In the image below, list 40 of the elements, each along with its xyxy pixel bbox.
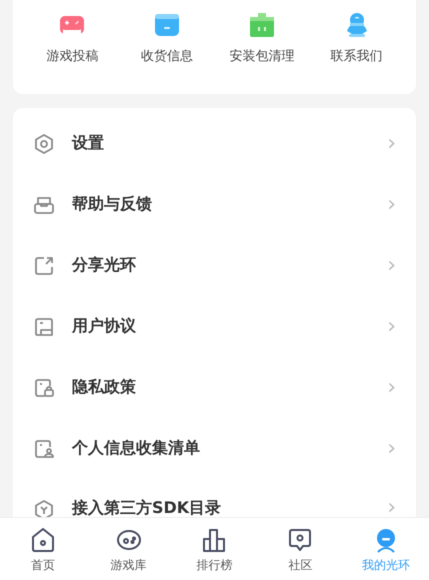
menu-item[interactable]: 分享光环 › <box>13 235 416 296</box>
menu-item[interactable]: 设置 › <box>13 113 416 174</box>
menu-label: 设置 <box>72 133 105 154</box>
chevron-icon: › <box>387 316 396 338</box>
shortcut-label[interactable]: 联系我们 <box>330 47 383 65</box>
share-icon <box>33 254 55 276</box>
user-document-icon <box>33 438 55 460</box>
chevron-icon: › <box>387 499 396 517</box>
chevron-icon: › <box>387 438 396 460</box>
chevron-icon: › <box>387 194 396 216</box>
settings-icon <box>33 132 55 154</box>
menu-label: 用户协议 <box>72 316 137 337</box>
lock-document-icon <box>33 376 55 398</box>
podium-icon <box>201 527 228 553</box>
menu-item[interactable]: 用户协议 › <box>13 296 416 357</box>
chat-icon <box>287 527 314 553</box>
menu-item[interactable]: 帮助与反馈 › <box>13 174 416 235</box>
nav-tab[interactable]: 首页 <box>0 518 86 580</box>
chevron-icon: › <box>387 376 396 398</box>
shortcut-label[interactable]: 收货信息 <box>141 47 194 65</box>
home-icon <box>30 527 56 553</box>
menu-item[interactable]: 个人信息收集清单 › <box>13 418 416 479</box>
menu-label: 隐私政策 <box>72 377 137 398</box>
nav-tab[interactable]: 社区 <box>257 518 344 580</box>
menu-item[interactable]: 隐私政策 › <box>13 357 416 418</box>
nav-tab[interactable]: 游戏库 <box>86 518 172 580</box>
shortcut-label[interactable]: 安装包清理 <box>229 47 294 65</box>
chevron-icon: › <box>387 254 396 276</box>
bag-icon[interactable] <box>248 12 275 38</box>
menu-label: 个人信息收集清单 <box>72 438 201 459</box>
nav-tab[interactable]: 排行榜 <box>172 518 258 580</box>
menu-label: 分享光环 <box>72 255 137 276</box>
chevron-icon: › <box>387 132 396 154</box>
box-icon[interactable] <box>154 12 180 38</box>
gamepad-icon <box>116 527 142 553</box>
menu-label: 帮助与反馈 <box>72 194 153 215</box>
menu-item[interactable]: 接入第三方SDK目录 › <box>13 479 416 517</box>
document-icon <box>33 316 55 338</box>
menu-label: 接入第三方SDK目录 <box>72 499 222 517</box>
shortcut-label[interactable]: 游戏投稿 <box>46 47 98 65</box>
